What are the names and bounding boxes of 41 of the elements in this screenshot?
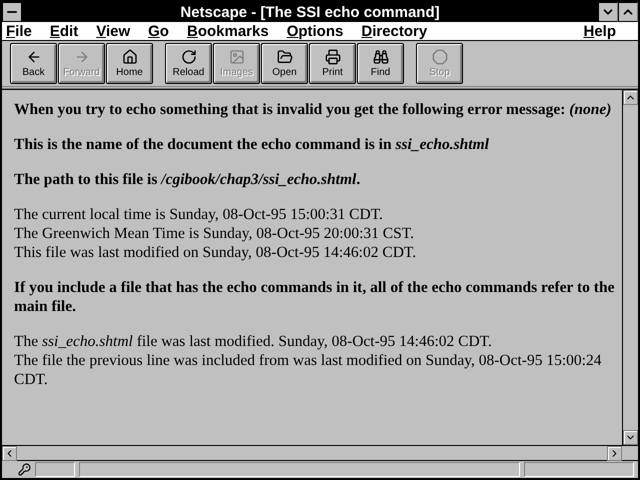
window-title: Netscape - [The SSI echo command]	[179, 4, 441, 20]
reload-icon	[180, 49, 196, 65]
house-icon	[122, 49, 138, 65]
status-field	[35, 462, 75, 477]
key-icon	[18, 463, 31, 476]
scroll-up-button[interactable]	[623, 90, 638, 105]
scroll-left-button[interactable]	[2, 446, 17, 461]
arrow-right-icon	[74, 49, 90, 65]
printer-icon	[324, 49, 340, 65]
menu-item[interactable]: Go	[148, 22, 169, 40]
minimize-button[interactable]	[598, 2, 618, 22]
text-line: The file the previous line was included from was last modified on Sunday, 08-Oct-95 15:00:24 CDT.	[14, 351, 602, 389]
text-line: When you try to echo something that is invalid you get the following error message: (none)	[14, 100, 612, 119]
scroll-right-button[interactable]	[607, 446, 622, 461]
toolbar-button[interactable]: Home	[106, 43, 153, 84]
text-line: The Greenwich Mean Time is Sunday, 08-Oct-95 20:00:31 CST.	[14, 224, 415, 243]
folder-icon	[276, 49, 292, 65]
text-line: This is the name of the document the echo command is in ssi_echo.shtml	[14, 135, 490, 154]
text-line: The ssi_echo.shtml file was last modified. Sunday, 08-Oct-95 14:46:02 CDT.	[14, 332, 493, 351]
scroll-down-button[interactable]	[623, 430, 638, 445]
toolbar-button[interactable]: Print	[309, 43, 356, 84]
binoculars-icon	[372, 49, 388, 65]
octagon-icon	[432, 49, 448, 65]
menu-item[interactable]: Help	[583, 22, 616, 40]
text-line: The current local time is Sunday, 08-Oct-95 15:00:31 CDT.	[14, 205, 384, 224]
text-line: If you include a file that has the echo commands in it, all of the echo commands refer to the main file.	[14, 278, 616, 316]
toolbar-button[interactable]: Find	[357, 43, 404, 84]
text-line: The path to this file is /cgibook/chap3/ssi_echo.shtml.	[14, 170, 362, 189]
image-icon	[228, 49, 244, 65]
menu-item[interactable]: View	[96, 22, 130, 40]
text-line: This file was last modified on Sunday, 08-Oct-95 14:46:02 CDT.	[14, 243, 418, 262]
menu-item[interactable]: Directory	[361, 22, 428, 40]
maximize-button[interactable]	[618, 2, 638, 22]
menu-item[interactable]: File	[6, 22, 32, 40]
menu-item[interactable]: Edit	[50, 22, 78, 40]
toolbar-button[interactable]: Reload	[165, 43, 212, 84]
menu-item[interactable]: Bookmarks	[186, 22, 269, 40]
menu-item[interactable]: Options	[286, 22, 344, 40]
toolbar-button[interactable]: Back	[10, 43, 57, 84]
toolbar-button[interactable]: Open	[261, 43, 308, 84]
system-menu-button[interactable]	[2, 2, 22, 22]
